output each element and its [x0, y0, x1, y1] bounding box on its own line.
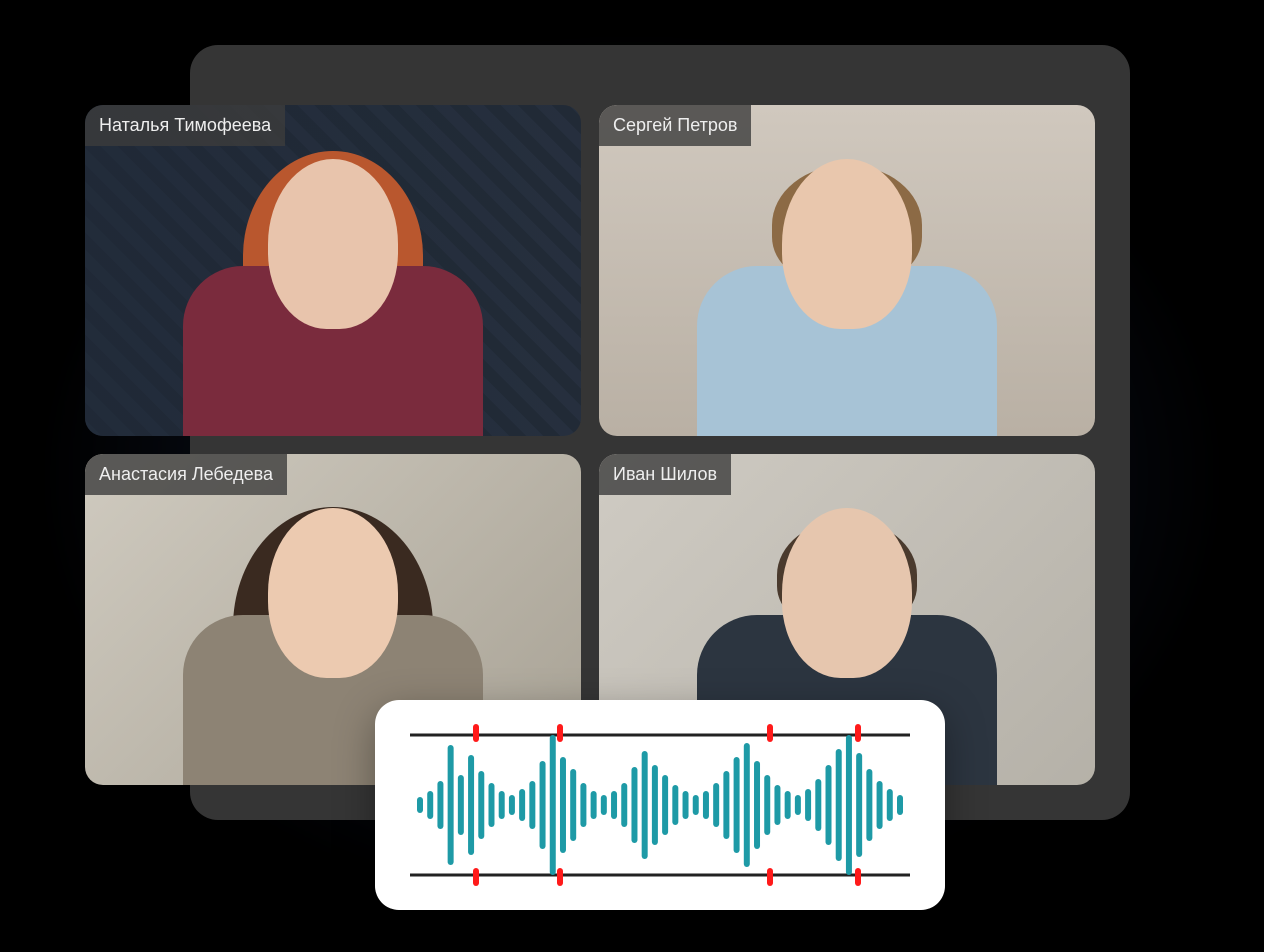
participant-name-badge: Сергей Петров	[599, 105, 751, 146]
participant-name-badge: Наталья Тимофеева	[85, 105, 285, 146]
participant-tile[interactable]: Наталья Тимофеева	[85, 105, 581, 436]
participant-name-badge: Иван Шилов	[599, 454, 731, 495]
participant-name-badge: Анастасия Лебедева	[85, 454, 287, 495]
audio-waveform-card	[375, 700, 945, 910]
participant-grid: Наталья Тимофеева Сергей Петров Анастаси…	[85, 105, 1095, 785]
participant-tile[interactable]: Сергей Петров	[599, 105, 1095, 436]
waveform-icon	[390, 700, 930, 910]
